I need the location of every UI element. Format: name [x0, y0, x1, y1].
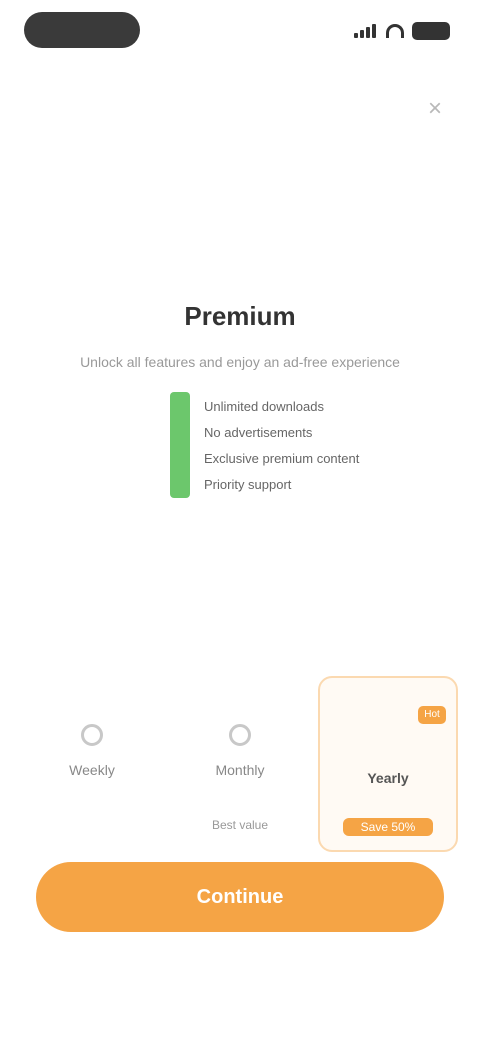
hero: Premium Unlock all features and enjoy an… — [0, 296, 480, 372]
battery-icon — [412, 22, 450, 40]
feature-item: Unlimited downloads — [204, 399, 324, 414]
signal-icon — [354, 24, 378, 38]
close-button[interactable]: × — [418, 92, 452, 126]
page-subtitle: Unlock all features and enjoy an ad-free… — [80, 354, 400, 370]
plan-selector: Weekly Monthly Best value Hot Yearly Sav… — [22, 676, 458, 852]
plan-icon — [229, 724, 251, 746]
feature-item: Exclusive premium content — [204, 451, 360, 466]
feature-item: No advertisements — [204, 425, 313, 440]
status-icons — [354, 20, 450, 42]
plan-badge: Hot — [418, 706, 446, 724]
plan-price: Save 50% — [343, 818, 433, 836]
continue-button[interactable]: Continue — [36, 862, 444, 932]
plan-card-weekly[interactable]: Weekly — [22, 676, 162, 852]
status-bar — [0, 0, 480, 64]
plan-icon — [81, 724, 103, 746]
feature-checkmark-bar — [170, 392, 190, 498]
plan-price: Best value — [211, 818, 269, 832]
plan-name: Weekly — [69, 762, 115, 778]
wifi-icon — [386, 24, 404, 38]
dynamic-island — [24, 12, 140, 48]
plan-name: Yearly — [367, 770, 409, 786]
page-title: Premium — [184, 301, 296, 331]
feature-item: Priority support — [204, 477, 292, 492]
plan-card-yearly[interactable]: Hot Yearly Save 50% — [318, 676, 458, 852]
plan-name: Monthly — [215, 762, 265, 778]
plan-card-monthly[interactable]: Monthly Best value — [170, 676, 310, 852]
